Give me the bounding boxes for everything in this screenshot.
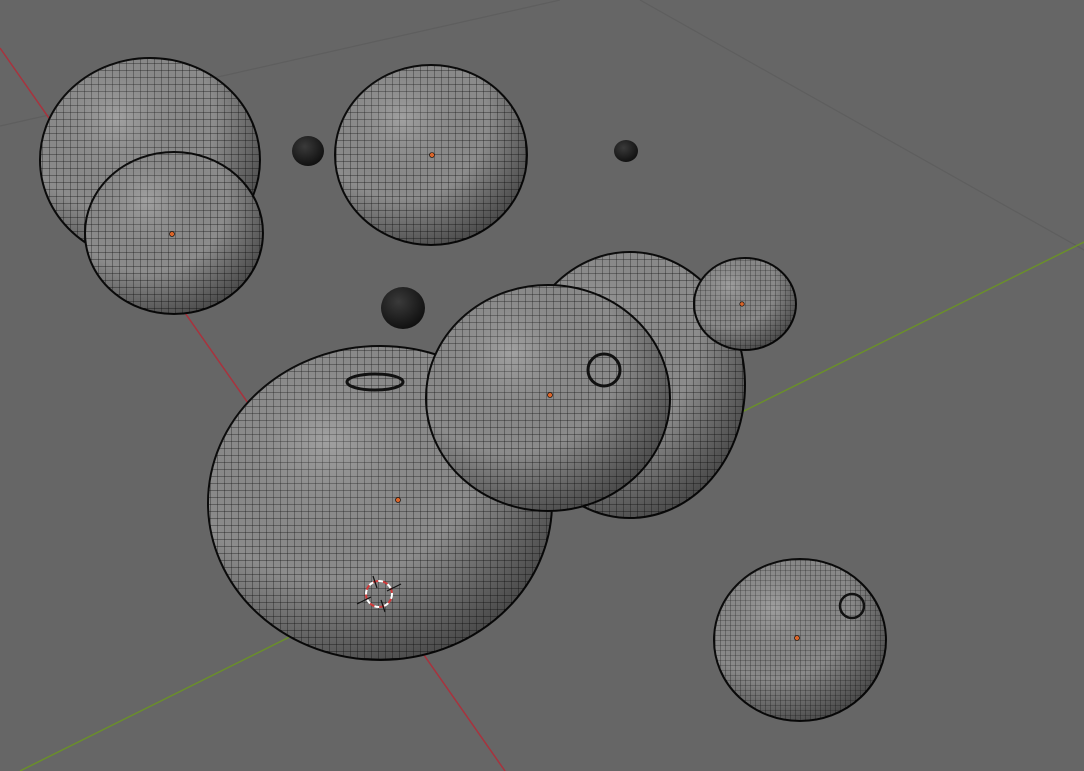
object-origin-dot [739, 301, 745, 307]
object-origin-dot [169, 231, 175, 237]
3d-viewport[interactable] [0, 0, 1084, 771]
sphere-object[interactable] [84, 151, 264, 315]
small-sphere-object[interactable] [381, 287, 425, 329]
small-sphere-object[interactable] [292, 136, 324, 166]
object-origin-dot [395, 497, 401, 503]
object-origin-dot [547, 392, 553, 398]
sphere-object[interactable] [693, 257, 797, 351]
sphere-object[interactable] [334, 64, 528, 246]
object-origin-dot [429, 152, 435, 158]
sphere-object[interactable] [425, 284, 671, 512]
sphere-object[interactable] [713, 558, 887, 722]
viewport-canvas[interactable] [0, 0, 1084, 771]
small-sphere-object[interactable] [614, 140, 638, 162]
object-origin-dot [794, 635, 800, 641]
